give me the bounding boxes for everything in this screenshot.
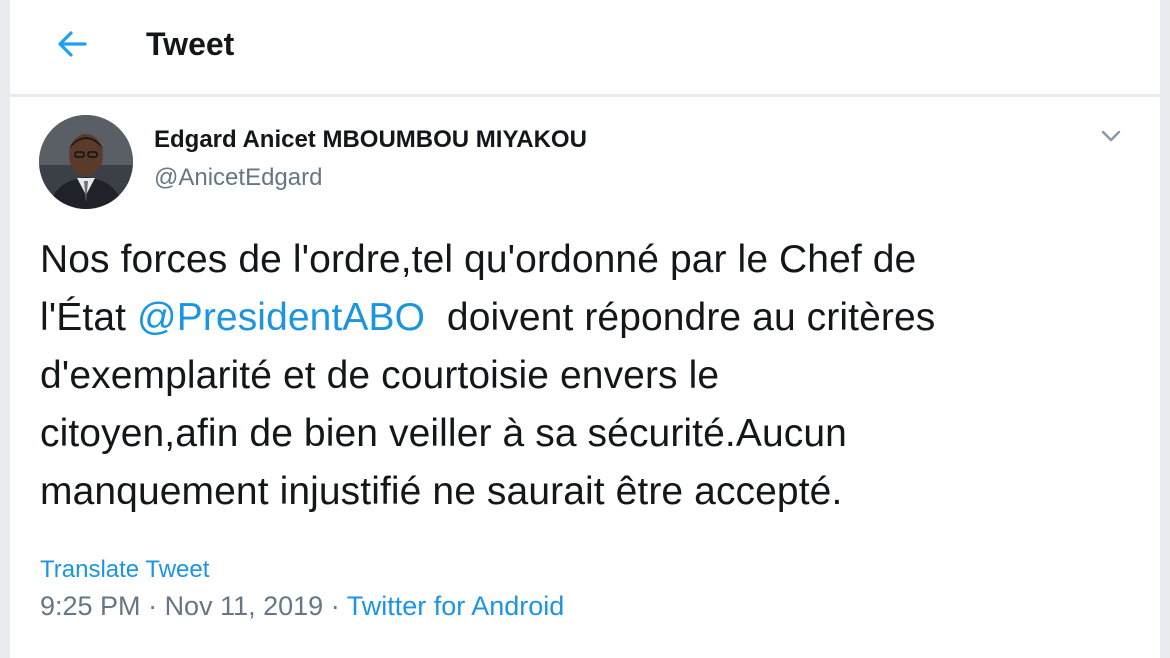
mention-link[interactable]: @PresidentABO — [137, 296, 425, 339]
back-button[interactable] — [50, 22, 94, 66]
tweet-date[interactable]: Nov 11, 2019 — [165, 591, 324, 621]
arrow-left-icon — [58, 31, 87, 57]
author-name[interactable]: Edgard Anicet MBOUMBOU MIYAKOU — [154, 125, 587, 155]
tweet-text-line: Nos forces de l'ordre,tel qu'ordonné par… — [40, 238, 917, 281]
meta-separator: · — [140, 591, 165, 621]
tweet-text-segment: doivent répondre au critères — [425, 296, 936, 339]
avatar[interactable] — [39, 115, 133, 209]
tweet-menu-button[interactable] — [1096, 121, 1126, 151]
author-handle[interactable]: @AnicetEdgard — [154, 163, 322, 193]
tweet-text-line: l'État @PresidentABO doivent répondre au… — [40, 289, 1140, 347]
translate-tweet-link[interactable]: Translate Tweet — [40, 555, 209, 585]
chevron-down-icon — [1101, 130, 1121, 142]
tweet-text-line: d'exemplarité et de courtoisie envers le — [40, 354, 720, 397]
page-title: Tweet — [146, 26, 235, 62]
avatar-image — [39, 115, 133, 209]
tweet-text: Nos forces de l'ordre,tel qu'ordonné par… — [40, 231, 1140, 521]
meta-separator: · — [323, 591, 347, 621]
top-header: Tweet — [10, 0, 1160, 92]
tweet-text-line: citoyen,afin de bien veiller à sa sécuri… — [40, 412, 847, 455]
tweet-source-link[interactable]: Twitter for Android — [347, 591, 565, 621]
tweet-text-line: manquement injustifié ne saurait être ac… — [40, 470, 843, 513]
tweet-time[interactable]: 9:25 PM — [40, 591, 141, 621]
tweet-meta: 9:25 PM · Nov 11, 2019 · Twitter for And… — [40, 589, 564, 623]
tweet-card: Edgard Anicet MBOUMBOU MIYAKOU @AnicetEd… — [10, 97, 1160, 658]
tweet-text-segment: l'État — [40, 296, 138, 339]
tweet-page: Tweet Edgard Anicet MBOUMBOU MIYAKOU @An… — [0, 0, 1170, 658]
